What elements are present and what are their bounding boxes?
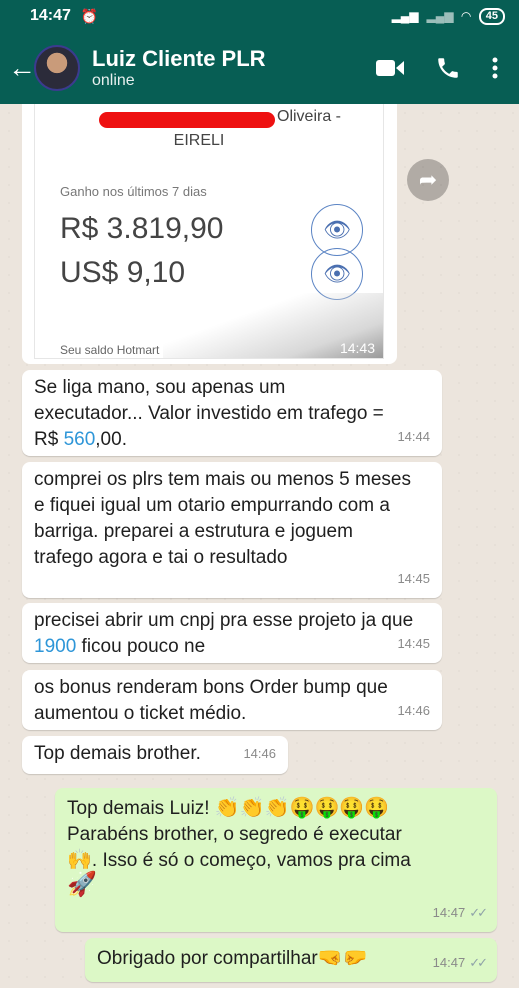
fist-bump-icon: 🤜🤛 [317, 947, 368, 969]
message-text: Se liga mano, sou apenas um executador..… [34, 375, 430, 453]
period-label: Ganho nos últimos 7 dias [60, 184, 207, 199]
alarm-icon: ⏰ [80, 7, 99, 24]
more-vert-icon[interactable] [491, 56, 499, 80]
message-bubble[interactable]: Top demais brother. 14:46 [22, 736, 288, 774]
status-icons: ▂▄▆ ▂▄▆ ◠ 45 [391, 7, 505, 25]
message-line: executador... Valor investido em trafego… [34, 403, 384, 424]
contact-status: online [92, 72, 135, 89]
message-text: Top demais Luiz! 👏👏👏🤑🤑🤑🤑 Parabéns brothe… [67, 796, 485, 900]
company-line-1: Oliveira - [277, 108, 342, 125]
message-time: 14:45 [397, 636, 430, 651]
message-line: Se liga mano, sou apenas um [34, 377, 286, 398]
rocket-icon: 🚀 [67, 871, 97, 898]
message-time: 14:46 [397, 703, 430, 718]
contact-name: Luiz Cliente PLR [92, 46, 266, 71]
image-content: Oliveira - EIRELI Ganho nos últimos 7 di… [34, 104, 384, 359]
clapping-hands-icon: 👏👏👏 [214, 797, 290, 819]
amount-usd: US$ 9,10 [60, 256, 186, 289]
message-bubble[interactable]: Se liga mano, sou apenas um executador..… [22, 370, 442, 456]
text-segment: ,00. [95, 429, 127, 450]
text-segment: ficou pouco ne [76, 636, 206, 657]
chat-area[interactable]: Oliveira - EIRELI Ganho nos últimos 7 di… [0, 104, 519, 988]
number-link[interactable]: 1900 [34, 636, 76, 657]
text-segment: R$ [34, 429, 64, 450]
message-bubble-outgoing[interactable]: Top demais Luiz! 👏👏👏🤑🤑🤑🤑 Parabéns brothe… [55, 788, 497, 932]
message-bubble[interactable]: os bonus renderam bons Order bump que au… [22, 670, 442, 730]
message-status: 14:47 ✓✓ [432, 900, 488, 926]
double-check-icon: ✓✓ [469, 955, 488, 970]
message-time: 14:45 [397, 571, 430, 586]
amount-brl: R$ 3.819,90 [60, 212, 224, 245]
image-message[interactable]: Oliveira - EIRELI Ganho nos últimos 7 di… [22, 104, 397, 364]
message-bubble[interactable]: precisei abrir um cnpj pra esse projeto … [22, 603, 442, 663]
message-bubble[interactable]: comprei os plrs tem mais ou menos 5 mese… [22, 462, 442, 598]
signal-icon-2: ▂▄▆ [426, 9, 454, 23]
number-link[interactable]: 560 [64, 429, 96, 450]
wifi-icon: ◠ [461, 9, 471, 23]
status-bar: 14:47 ⏰ ▂▄▆ ▂▄▆ ◠ 45 [0, 0, 519, 32]
redacted-name [99, 112, 275, 128]
message-text: Top demais brother. [34, 743, 201, 764]
contact-info[interactable]: Luiz Cliente PLR online [92, 46, 266, 90]
message-time: 14:43 [339, 340, 375, 356]
message-text: Obrigado por compartilhar🤜🤛 [97, 946, 485, 972]
message-time: 14:47 [432, 905, 466, 920]
message-line: Top demais Luiz! 👏👏👏🤑🤑🤑🤑 [67, 796, 485, 822]
message-line: 🚀 [67, 871, 485, 900]
chat-header: ← Luiz Cliente PLR online [0, 32, 519, 104]
text-segment: Top demais Luiz! [67, 798, 210, 819]
arrow-back-icon[interactable]: ← [0, 54, 36, 82]
money-mouth-face-icon: 🤑🤑🤑🤑 [289, 797, 390, 819]
header-actions [375, 55, 519, 81]
raised-hands-icon: 🙌 [67, 849, 92, 871]
message-line: R$ 560,00. [34, 427, 430, 453]
forward-icon[interactable]: ➦ [407, 159, 449, 201]
clock: 14:47 [30, 7, 71, 24]
battery-indicator: 45 [478, 7, 505, 25]
message-time: 14:47 [432, 955, 466, 970]
text-segment: Obrigado por compartilhar [97, 948, 318, 969]
video-call-icon[interactable] [375, 58, 405, 78]
balance-label: Seu saldo Hotmart [60, 343, 160, 357]
avatar[interactable] [34, 45, 80, 91]
message-text: comprei os plrs tem mais ou menos 5 mese… [34, 469, 411, 568]
message-bubble-outgoing[interactable]: Obrigado por compartilhar🤜🤛 14:47 ✓✓ [85, 938, 497, 982]
message-status: 14:47 ✓✓ [432, 950, 488, 976]
message-text: precisei abrir um cnpj pra esse projeto … [34, 608, 434, 660]
double-check-icon: ✓✓ [469, 905, 488, 920]
message-line: Parabéns brother, o segredo é executar [67, 824, 402, 845]
message-text: os bonus renderam bons Order bump que au… [34, 677, 388, 724]
phone-icon[interactable] [435, 55, 461, 81]
text-segment: . Isso é só o começo, vamos pra cima [91, 850, 411, 871]
message-line: 🙌. Isso é só o começo, vamos pra cima [67, 848, 485, 874]
message-time: 14:44 [397, 429, 430, 444]
text-segment: precisei abrir um cnpj pra esse projeto … [34, 610, 414, 631]
signal-icon: ▂▄▆ [391, 9, 419, 23]
company-line-2: EIRELI [173, 132, 225, 149]
message-time: 14:46 [243, 746, 276, 761]
